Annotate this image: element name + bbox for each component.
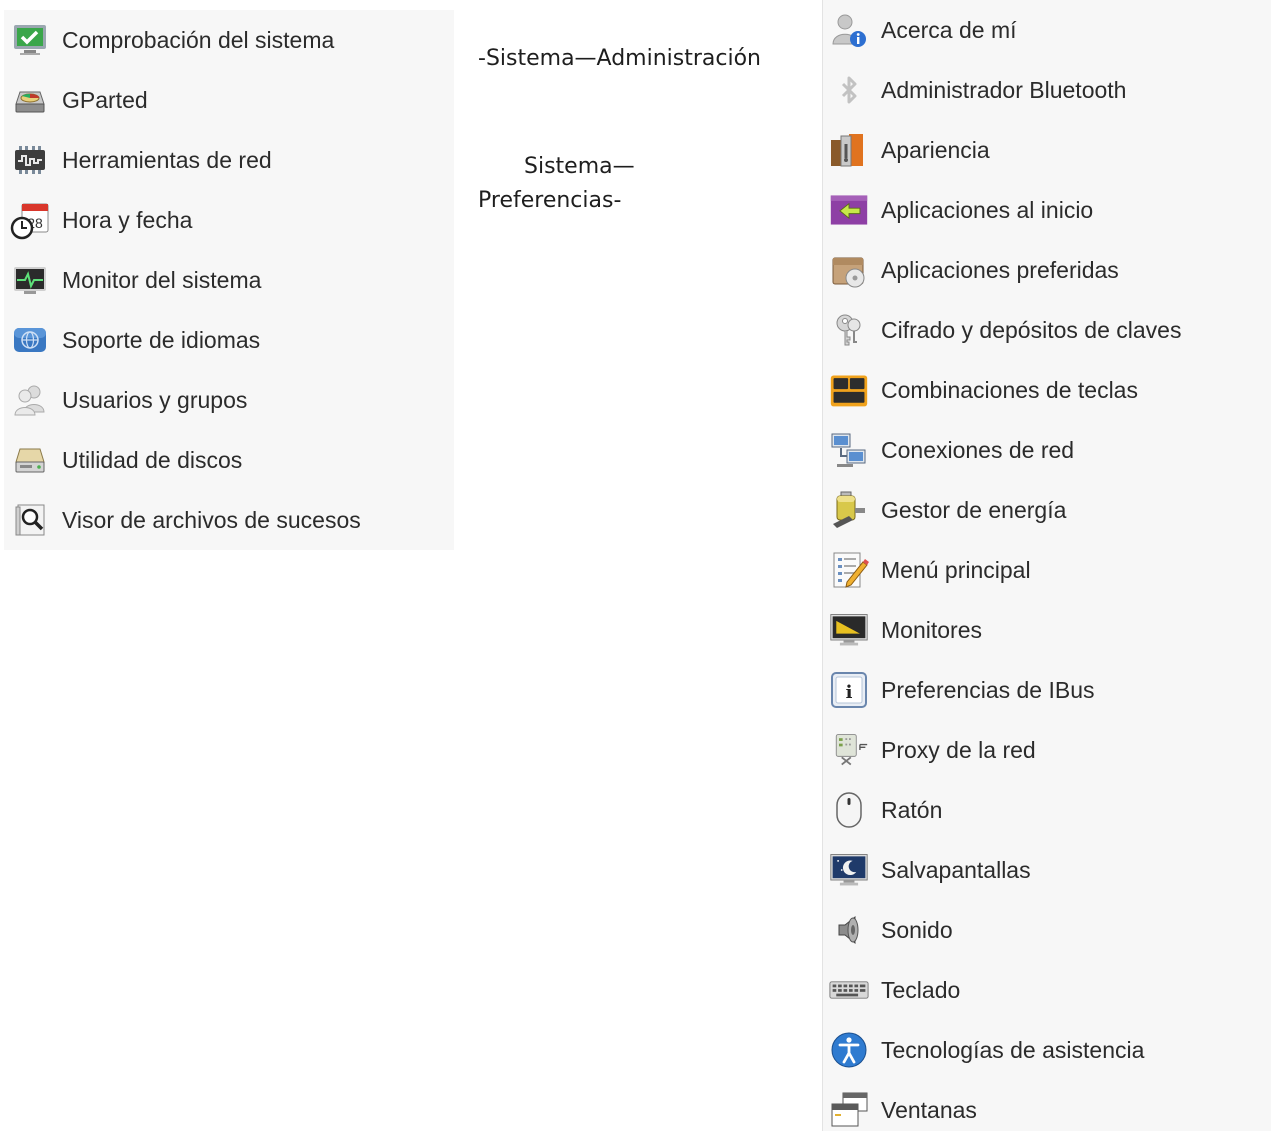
caption-administracion: -Sistema—Administración (478, 46, 762, 71)
display-icon (829, 610, 869, 650)
main-menu-editor-icon (829, 550, 869, 590)
menu-item-cifrado-claves[interactable]: Cifrado y depósitos de claves (823, 300, 1271, 360)
caption-preferencias: Sistema— Preferencias- (478, 150, 678, 218)
menu-item-label: Usuarios y grupos (62, 386, 248, 413)
disk-partition-icon (10, 80, 50, 120)
menu-item-conexiones-red[interactable]: Conexiones de red (823, 420, 1271, 480)
bluetooth-icon (829, 70, 869, 110)
svg-text:i: i (846, 682, 853, 703)
network-proxy-icon (829, 730, 869, 770)
users-icon (10, 380, 50, 420)
menu-item-sonido[interactable]: Sonido (823, 900, 1271, 960)
menu-item-soporte-idiomas[interactable]: Soporte de idiomas (4, 310, 454, 370)
menu-item-label: Soporte de idiomas (62, 326, 261, 353)
menu-item-herramientas-red[interactable]: Herramientas de red (4, 130, 454, 190)
caption-preferencias-line1: Sistema— (524, 154, 635, 179)
menu-item-bluetooth[interactable]: Administrador Bluetooth (823, 60, 1271, 120)
keys-icon (829, 310, 869, 350)
menu-item-label: Monitor del sistema (62, 266, 262, 293)
windows-icon (829, 1090, 869, 1130)
screensaver-icon (829, 850, 869, 890)
menu-item-label: Comprobación del sistema (62, 26, 335, 53)
menu-item-comprobacion[interactable]: Comprobación del sistema (4, 10, 454, 70)
accessibility-icon (829, 1030, 869, 1070)
menu-item-label: Cifrado y depósitos de claves (881, 316, 1182, 343)
menu-item-gparted[interactable]: GParted (4, 70, 454, 130)
power-manager-icon (829, 490, 869, 530)
mouse-icon (829, 790, 869, 830)
caption-preferencias-line2: Preferencias- (478, 188, 622, 213)
menu-item-label: Aplicaciones preferidas (881, 256, 1119, 283)
log-viewer-icon (10, 500, 50, 540)
menu-item-label: Apariencia (881, 136, 990, 163)
menu-item-label: Aplicaciones al inicio (881, 196, 1094, 223)
menu-item-label: Ratón (881, 796, 943, 823)
menu-item-aplicaciones-inicio[interactable]: Aplicaciones al inicio (823, 180, 1271, 240)
menu-item-label: Preferencias de IBus (881, 676, 1095, 703)
menu-item-label: Administrador Bluetooth (881, 76, 1127, 103)
menu-item-acerca-de-mi[interactable]: Acerca de mí (823, 0, 1271, 60)
menu-item-label: Sonido (881, 916, 953, 943)
admin-menu: Comprobación del sistema GParted Herrami… (4, 10, 454, 550)
checkmark-monitor-icon (10, 20, 50, 60)
keyboard-shortcuts-icon (829, 370, 869, 410)
menu-item-teclado[interactable]: Teclado (823, 960, 1271, 1020)
menu-item-label: Proxy de la red (881, 736, 1036, 763)
menu-item-label: Visor de archivos de sucesos (62, 506, 361, 533)
menu-item-raton[interactable]: Ratón (823, 780, 1271, 840)
preferences-menu: Acerca de mí Administrador Bluetooth Apa… (822, 0, 1271, 1131)
speaker-icon (829, 910, 869, 950)
menu-item-label: Teclado (881, 976, 961, 1003)
menu-item-usuarios-grupos[interactable]: Usuarios y grupos (4, 370, 454, 430)
keyboard-icon (829, 970, 869, 1010)
menu-item-monitor-sistema[interactable]: Monitor del sistema (4, 250, 454, 310)
menu-item-label: GParted (62, 86, 148, 113)
menu-item-label: Tecnologías de asistencia (881, 1036, 1145, 1063)
calendar-clock-icon: 28 (10, 200, 50, 240)
menu-item-apariencia[interactable]: Apariencia (823, 120, 1271, 180)
preferred-apps-icon (829, 250, 869, 290)
menu-item-menu-principal[interactable]: Menú principal (823, 540, 1271, 600)
menu-item-visor-sucesos[interactable]: Visor de archivos de sucesos (4, 490, 454, 550)
user-info-icon (829, 10, 869, 50)
menu-item-label: Acerca de mí (881, 16, 1017, 43)
network-connections-icon (829, 430, 869, 470)
menu-item-salvapantallas[interactable]: Salvapantallas (823, 840, 1271, 900)
menu-item-label: Gestor de energía (881, 496, 1067, 523)
menu-item-hora-fecha[interactable]: 28 Hora y fecha (4, 190, 454, 250)
language-support-icon (10, 320, 50, 360)
menu-item-preferencias-ibus[interactable]: i Preferencias de IBus (823, 660, 1271, 720)
menu-item-utilidad-discos[interactable]: Utilidad de discos (4, 430, 454, 490)
menu-item-proxy-red[interactable]: Proxy de la red (823, 720, 1271, 780)
ibus-info-icon: i (829, 670, 869, 710)
menu-item-tecnologias-asistencia[interactable]: Tecnologías de asistencia (823, 1020, 1271, 1080)
disk-utility-icon (10, 440, 50, 480)
menu-item-combinaciones-teclas[interactable]: Combinaciones de teclas (823, 360, 1271, 420)
menu-item-label: Hora y fecha (62, 206, 193, 233)
menu-item-label: Salvapantallas (881, 856, 1031, 883)
menu-item-gestor-energia[interactable]: Gestor de energía (823, 480, 1271, 540)
menu-item-label: Utilidad de discos (62, 446, 243, 473)
startup-apps-icon (829, 190, 869, 230)
menu-item-label: Conexiones de red (881, 436, 1075, 463)
menu-item-label: Monitores (881, 616, 982, 643)
menu-item-label: Menú principal (881, 556, 1031, 583)
appearance-icon (829, 130, 869, 170)
menu-item-label: Combinaciones de teclas (881, 376, 1138, 403)
menu-item-ventanas[interactable]: Ventanas (823, 1080, 1271, 1140)
menu-item-label: Herramientas de red (62, 146, 272, 173)
menu-item-monitores[interactable]: Monitores (823, 600, 1271, 660)
network-tools-icon (10, 140, 50, 180)
system-monitor-icon (10, 260, 50, 300)
menu-item-aplicaciones-preferidas[interactable]: Aplicaciones preferidas (823, 240, 1271, 300)
menu-item-label: Ventanas (881, 1096, 977, 1123)
